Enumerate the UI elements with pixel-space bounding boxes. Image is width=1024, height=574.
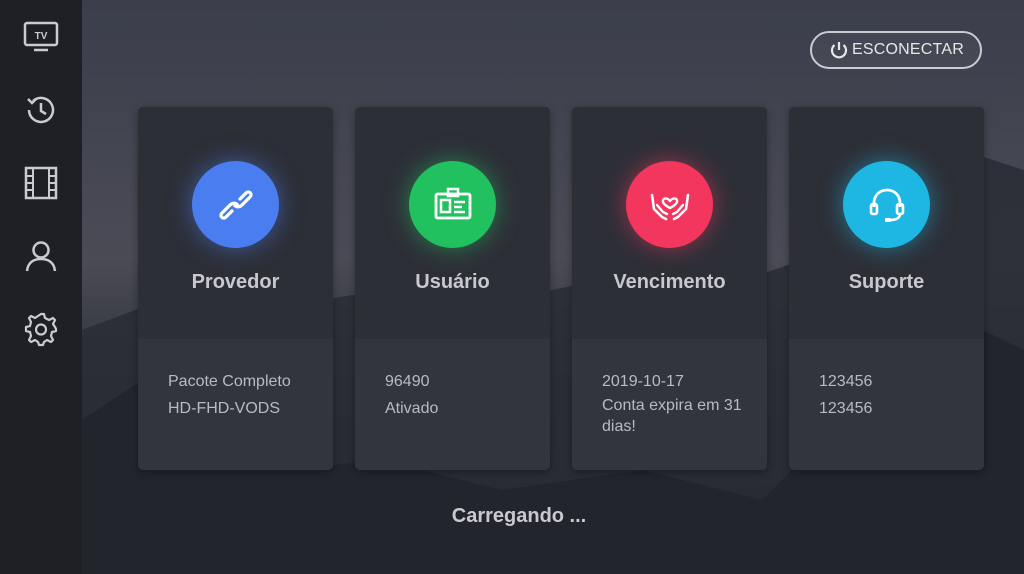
card-title: Vencimento [613, 271, 726, 293]
gear-icon [24, 312, 58, 346]
card-details: 96490 Ativado [385, 373, 439, 417]
tv-icon: TV [23, 21, 59, 51]
loading-status: Carregando ... [451, 505, 587, 527]
card-usuario[interactable]: Usuário 96490 Ativado [355, 107, 550, 470]
power-icon [830, 42, 848, 59]
card-title: Usuário [415, 271, 490, 293]
history-icon [27, 96, 55, 123]
card-vencimento[interactable]: Vencimento 2019-10-17 Conta expira em 31… [572, 107, 767, 470]
sidebar-item-tv[interactable]: TV [0, 0, 82, 73]
film-icon [24, 166, 58, 199]
card-details: 2019-10-17 Conta expira em 31 dias! [602, 373, 742, 435]
card-title: Provedor [191, 271, 280, 293]
card-details: Pacote Completo HD-FHD-VODS [168, 373, 291, 417]
sidebar-item-movies[interactable] [0, 146, 82, 219]
heart-hands-icon [626, 161, 713, 248]
user-icon [25, 240, 57, 271]
sidebar-item-settings[interactable] [0, 292, 82, 365]
card-suporte[interactable]: Suporte 123456 123456 [789, 107, 984, 470]
card-title: Suporte [848, 271, 925, 293]
card-provedor[interactable]: Provedor Pacote Completo HD-FHD-VODS [138, 107, 333, 470]
headset-icon [843, 161, 930, 248]
card-details: 123456 123456 [819, 373, 873, 417]
id-card-icon [409, 161, 496, 248]
svg-text:TV: TV [35, 31, 48, 42]
disconnect-button[interactable]: ESCONECTAR [810, 31, 982, 69]
sidebar: TV [0, 0, 82, 574]
link-icon [192, 161, 279, 248]
disconnect-label: ESCONECTAR [852, 41, 964, 58]
sidebar-item-history[interactable] [0, 73, 82, 146]
sidebar-item-account[interactable] [0, 219, 82, 292]
